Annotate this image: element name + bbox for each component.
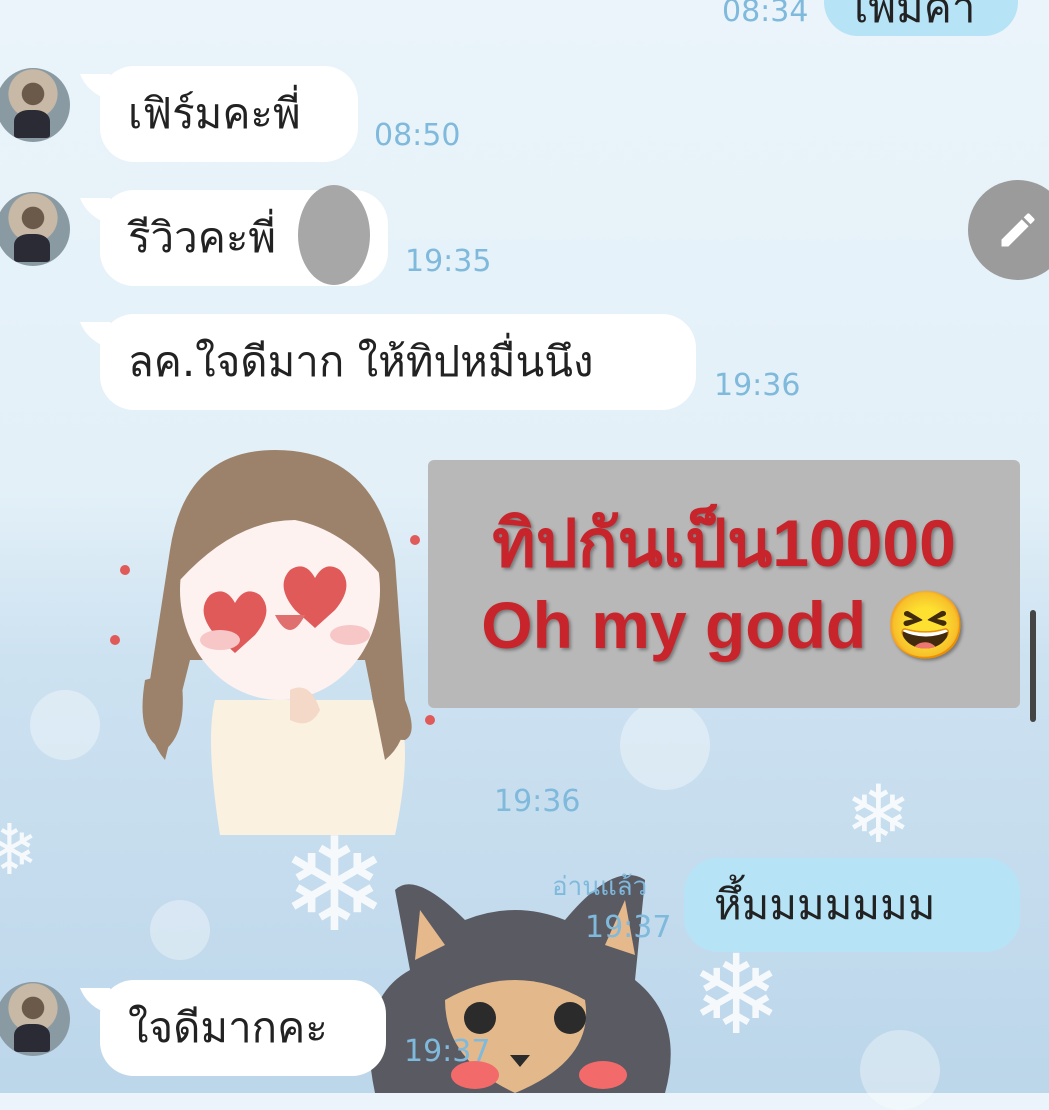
outgoing-message-bubble[interactable]: เพิ่มค่า: [824, 0, 1018, 36]
avatar[interactable]: [0, 192, 70, 266]
incoming-message-bubble[interactable]: ลค.ใจดีมาก ให้ทิปหมื่นนึง: [100, 314, 696, 410]
message-time: 19:36: [494, 784, 581, 819]
message-text: เฟิร์มคะพี่: [128, 89, 301, 138]
message-time: 08:34: [722, 0, 809, 29]
message-text: หึ้มมมมมมม: [714, 880, 936, 929]
message-time: 08:50: [374, 118, 461, 153]
bokeh: [860, 1030, 940, 1110]
incoming-message-bubble[interactable]: ใจดีมากคะ: [100, 980, 386, 1076]
bokeh: [30, 690, 100, 760]
incoming-message-bubble[interactable]: เฟิร์มคะพี่: [100, 66, 358, 162]
edit-button[interactable]: [968, 180, 1049, 280]
message-time: 19:37: [404, 1034, 491, 1069]
message-text: ลค.ใจดีมาก ให้ทิปหมื่นนึง: [128, 337, 594, 386]
message-time: 19:35: [405, 244, 492, 279]
snowflake-icon: ❄: [0, 809, 39, 891]
read-status: อ่านแล้ว: [552, 872, 648, 902]
scrollbar[interactable]: [1030, 610, 1036, 722]
bokeh: [620, 700, 710, 790]
redaction-blur: [298, 185, 370, 285]
snowflake-icon: ❄: [845, 768, 913, 861]
caption-line-1: ทิปกันเป็น10000: [492, 505, 956, 580]
message-text: เพิ่มค่า: [854, 0, 976, 32]
bokeh: [150, 900, 210, 960]
anime-girl-heart-eyes-sticker[interactable]: [95, 440, 445, 840]
caption-line-2: Oh my godd 😆: [481, 588, 967, 662]
pencil-icon: [1001, 213, 1035, 247]
message-time: 19:36: [714, 368, 801, 403]
avatar[interactable]: [0, 68, 70, 142]
message-text: รีวิวคะพี่: [128, 213, 277, 262]
message-text: ใจดีมากคะ: [128, 1003, 328, 1052]
snowflake-icon: ❄: [690, 931, 783, 1059]
message-time: 19:37: [585, 910, 672, 945]
avatar[interactable]: [0, 982, 70, 1056]
outgoing-message-bubble[interactable]: หึ้มมมมมมม: [684, 858, 1020, 952]
caption-overlay: ทิปกันเป็น10000 Oh my godd 😆: [428, 460, 1020, 708]
